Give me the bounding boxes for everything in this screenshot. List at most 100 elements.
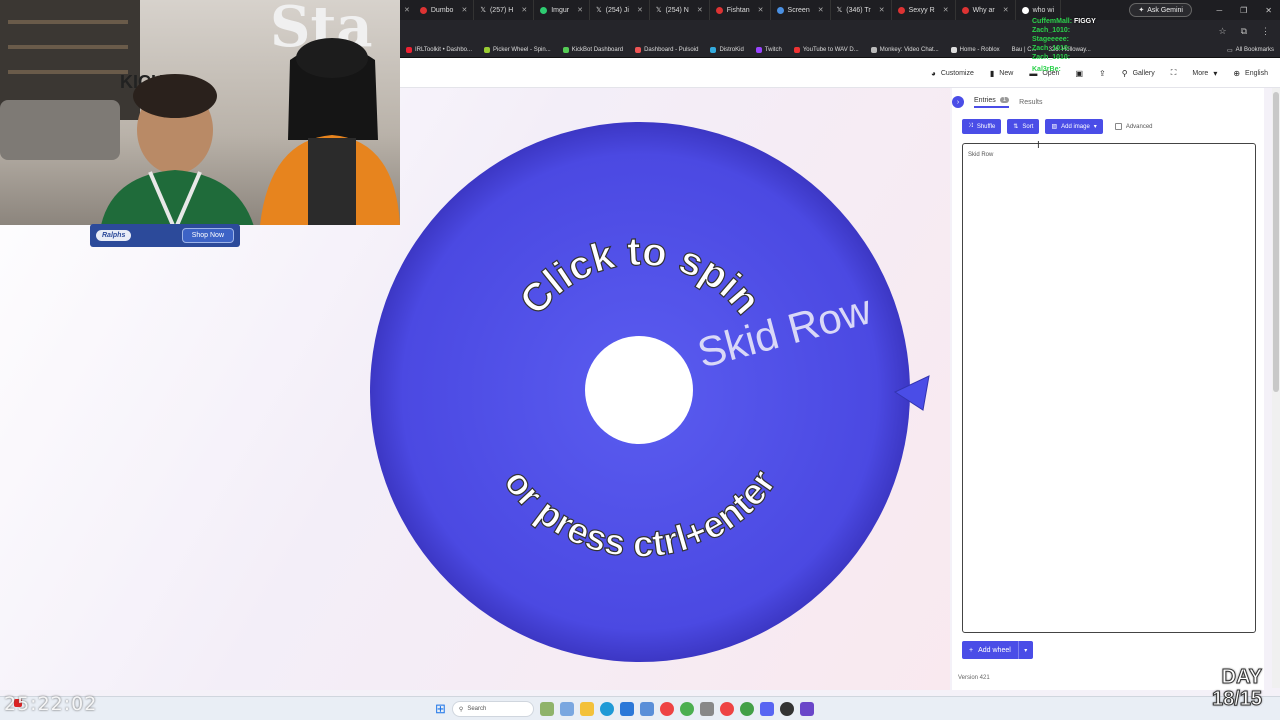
app-icon[interactable] xyxy=(799,702,814,716)
bookmark-item[interactable]: KickBot Dashboard xyxy=(557,46,629,53)
chrome-icon[interactable] xyxy=(739,702,754,716)
sponsor-ad-bar: Ralphs Shop Now xyxy=(90,224,240,247)
guest-figure xyxy=(260,38,400,225)
wheel-center-hub[interactable] xyxy=(585,336,693,444)
spin-wheel[interactable]: Click to spin or press ctrl+enter Skid R… xyxy=(368,120,913,665)
scrollbar-thumb[interactable] xyxy=(1273,92,1279,392)
bookmark-item[interactable]: DistroKid xyxy=(704,46,749,53)
customize-button[interactable]: ◕ Customize xyxy=(931,69,974,78)
all-bookmarks-label: All Bookmarks xyxy=(1235,47,1274,53)
tab-results[interactable]: Results xyxy=(1019,99,1042,106)
bookmark-icon xyxy=(484,46,491,53)
close-icon[interactable]: ✕ xyxy=(879,6,885,14)
close-icon[interactable]: ✕ xyxy=(637,6,643,14)
x-icon: 𝕏 xyxy=(836,7,843,14)
close-icon[interactable]: ✕ xyxy=(697,6,703,14)
chrome-icon[interactable] xyxy=(659,702,674,716)
new-button[interactable]: ▮ New xyxy=(990,69,1013,78)
browser-tab[interactable]: Sexyy R ✕ xyxy=(892,0,956,20)
day-counter: DAY 18/15 xyxy=(1211,666,1262,711)
extensions-icon[interactable]: ⧉ xyxy=(1241,26,1247,37)
sponsor-logo: Ralphs xyxy=(96,230,132,241)
browser-tab[interactable]: 𝕏 (254) Ji ✕ xyxy=(590,0,650,20)
bookmark-item[interactable]: Home - Roblox xyxy=(945,46,1006,53)
browser-tab[interactable]: Imgur ✕ xyxy=(534,0,590,20)
checkbox-box[interactable] xyxy=(1114,123,1122,130)
close-icon[interactable]: ✕ xyxy=(943,6,949,14)
close-icon[interactable]: ✕ xyxy=(461,6,467,14)
bookmark-item[interactable]: Twitch xyxy=(750,46,788,53)
cam-shelf xyxy=(8,45,128,49)
browser-tab[interactable]: Why ar ✕ xyxy=(956,0,1016,20)
close-icon[interactable]: ✕ xyxy=(818,6,824,14)
media-player-icon[interactable] xyxy=(779,702,794,716)
tab-entries[interactable]: Entries 1 xyxy=(974,97,1010,108)
close-icon[interactable]: ✕ xyxy=(1003,6,1009,14)
stream-chat-overlay: CuffemMall: FIGGY Zach_1010: Stageeeee: … xyxy=(1032,17,1152,74)
bookmark-item[interactable]: Picker Wheel - Spin... xyxy=(478,46,557,53)
ask-gemini-button[interactable]: ✦ Ask Gemini xyxy=(1129,3,1192,17)
maximize-icon[interactable]: ❐ xyxy=(1240,6,1247,15)
close-icon[interactable]: ✕ xyxy=(758,6,764,14)
bookmark-item[interactable]: Monkey: Video Chat... xyxy=(865,46,945,53)
chevron-down-icon: ▾ xyxy=(1213,68,1218,78)
browser-tab[interactable]: 𝕏 (257) H ✕ xyxy=(474,0,535,20)
shuffle-button[interactable]: ⤨ Shuffle xyxy=(962,119,1002,134)
browser-tab[interactable]: Fishtan ✕ xyxy=(710,0,771,20)
file-explorer-icon[interactable] xyxy=(579,702,594,716)
star-icon[interactable]: ☆ xyxy=(1218,26,1226,37)
tab-label: (257) H xyxy=(489,6,514,14)
language-button[interactable]: ⊕ English xyxy=(1233,69,1268,78)
fullscreen-button[interactable]: ⛶ xyxy=(1171,68,1177,78)
tab-close-icon[interactable]: ✕ xyxy=(404,6,410,14)
chrome-icon[interactable] xyxy=(719,702,734,716)
sort-icon: ⇅ xyxy=(1013,124,1019,130)
widgets-icon[interactable] xyxy=(539,702,554,716)
bookmark-item[interactable]: YouTube to WAV D... xyxy=(788,46,865,53)
discord-icon[interactable] xyxy=(759,702,774,716)
bookmark-item[interactable]: IRLToolkit • Dashbo... xyxy=(400,46,478,53)
search-icon: ⚲ xyxy=(458,706,464,713)
advanced-checkbox[interactable]: Advanced xyxy=(1114,123,1153,130)
cam-shelf xyxy=(8,20,128,24)
close-icon[interactable]: ✕ xyxy=(577,6,583,14)
add-wheel-dropdown[interactable]: ▾ xyxy=(1017,641,1033,659)
more-button[interactable]: More ▾ xyxy=(1192,69,1217,78)
palette-icon: ◕ xyxy=(930,68,936,78)
settings-gear-icon[interactable] xyxy=(699,702,714,716)
collapse-panel-button[interactable]: › xyxy=(952,96,964,108)
add-image-button[interactable]: ▨ Add image ▾ xyxy=(1045,119,1103,134)
all-bookmarks[interactable]: ▭ All Bookmarks xyxy=(1220,42,1274,57)
bookmark-label: DistroKid xyxy=(719,46,744,53)
close-window-icon[interactable]: ✕ xyxy=(1265,6,1272,15)
windows-start-icon[interactable]: ⊞ xyxy=(435,701,446,717)
add-wheel-button[interactable]: + Add wheel xyxy=(962,641,1018,659)
tab-label: Imgur xyxy=(551,6,570,14)
task-view-icon[interactable] xyxy=(559,702,574,716)
tab-label: Why ar xyxy=(972,6,995,14)
sort-button[interactable]: ⇅ Sort xyxy=(1007,119,1040,134)
close-icon[interactable]: ✕ xyxy=(521,6,527,14)
page-scrollbar[interactable] xyxy=(1272,88,1280,688)
chat-message: Zach_1010: xyxy=(1032,53,1152,62)
edge-icon[interactable] xyxy=(599,702,614,716)
chrome-icon[interactable] xyxy=(679,702,694,716)
app-icon[interactable] xyxy=(639,702,654,716)
bookmark-label: KickBot Dashboard xyxy=(571,46,624,53)
menu-dots-icon[interactable]: ⋮ xyxy=(1261,26,1270,37)
browser-tab[interactable]: 𝕏 (254) N ✕ xyxy=(650,0,710,20)
shop-now-button[interactable]: Shop Now xyxy=(181,228,234,243)
store-icon[interactable] xyxy=(619,702,634,716)
entries-textarea[interactable]: Skid Row xyxy=(962,143,1256,633)
fullscreen-icon: ⛶ xyxy=(1170,68,1177,77)
browser-tab[interactable]: 𝕏 (346) Tr ✕ xyxy=(831,0,892,20)
taskbar-search[interactable]: ⚲ Search xyxy=(451,701,534,717)
browser-tab[interactable]: Dumbo ✕ xyxy=(414,0,475,20)
bookmark-label: IRLToolkit • Dashbo... xyxy=(415,46,473,53)
browser-tab[interactable]: Screen ✕ xyxy=(771,0,831,20)
bookmark-item[interactable]: Dashboard - Pulsoid xyxy=(629,46,704,53)
folder-icon: ▭ xyxy=(1226,47,1233,54)
chevron-down-icon: ▾ xyxy=(1024,647,1028,654)
youtube-icon xyxy=(897,6,905,14)
minimize-icon[interactable]: ─ xyxy=(1216,6,1222,15)
